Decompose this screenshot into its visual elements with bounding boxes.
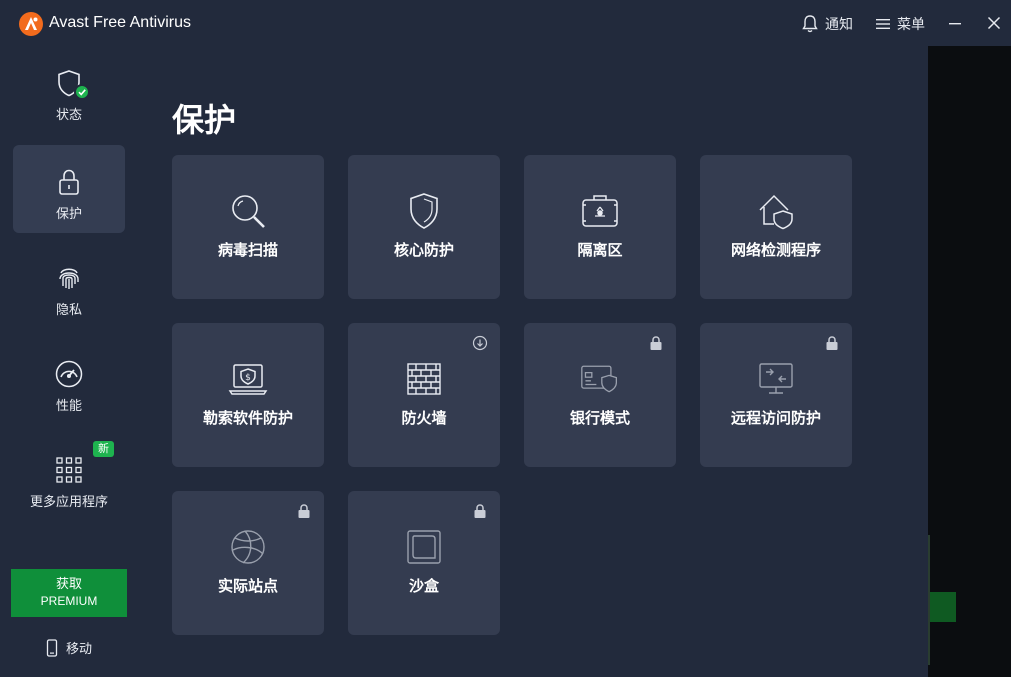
sidebar-item-privacy[interactable]: 隐私 — [13, 241, 125, 329]
premium-line1: 获取 — [55, 577, 82, 592]
avast-logo-icon — [19, 12, 43, 36]
card-network-inspector[interactable]: 网络检测程序 — [700, 155, 852, 299]
desktop-green-block — [930, 592, 956, 622]
card-label: 病毒扫描 — [217, 241, 278, 259]
card-ransomware-shield[interactable]: $ 勒索软件防护 — [172, 323, 324, 467]
sidebar-item-label: 状态 — [55, 108, 82, 123]
hamburger-icon — [876, 19, 890, 29]
page-title: 保护 — [172, 101, 237, 139]
bank-card-shield-icon — [580, 359, 620, 399]
minimize-button[interactable] — [942, 10, 968, 36]
quarantine-box-icon — [580, 191, 620, 231]
menu-button[interactable]: 菜单 — [875, 14, 925, 34]
app-title: Avast Free Antivirus — [49, 14, 191, 31]
minimize-icon — [949, 23, 961, 25]
svg-text:$: $ — [245, 373, 251, 383]
globe-icon — [228, 527, 268, 567]
close-button[interactable] — [981, 10, 1007, 36]
lock-icon — [296, 503, 312, 519]
sidebar-item-performance[interactable]: 性能 — [13, 337, 125, 425]
shield-check-icon — [54, 68, 90, 100]
card-label: 沙盒 — [408, 577, 439, 595]
remote-monitor-icon — [756, 359, 796, 399]
premium-line2: PREMIUM — [40, 594, 98, 608]
close-icon — [987, 16, 1001, 30]
bell-icon — [802, 15, 818, 33]
lock-icon — [472, 503, 488, 519]
sidebar-item-label: 保护 — [55, 207, 82, 222]
card-core-shields[interactable]: 核心防护 — [348, 155, 500, 299]
menu-label: 菜单 — [897, 17, 925, 33]
lock-icon — [54, 167, 84, 197]
card-sandbox[interactable]: 沙盒 — [348, 491, 500, 635]
card-firewall[interactable]: 防火墙 — [348, 323, 500, 467]
sidebar-item-label: 性能 — [55, 399, 82, 414]
shield-icon — [404, 191, 444, 231]
card-real-site[interactable]: 实际站点 — [172, 491, 324, 635]
apps-grid-icon — [54, 455, 84, 485]
sidebar-item-protection[interactable]: 保护 — [13, 145, 125, 233]
card-label: 实际站点 — [217, 577, 278, 595]
lock-icon — [824, 335, 840, 351]
card-label: 核心防护 — [393, 241, 454, 259]
get-premium-button[interactable]: 获取 PREMIUM — [11, 569, 127, 617]
mobile-link[interactable]: 移动 — [46, 638, 92, 657]
card-quarantine[interactable]: 隔离区 — [524, 155, 676, 299]
card-virus-scan[interactable]: 病毒扫描 — [172, 155, 324, 299]
notifications-button[interactable]: 通知 — [801, 14, 853, 34]
titlebar: Avast Free Antivirus 通知 菜单 — [0, 0, 1011, 46]
fingerprint-icon — [54, 263, 84, 293]
card-label: 银行模式 — [569, 409, 630, 427]
card-label: 远程访问防护 — [730, 409, 821, 427]
mobile-label: 移动 — [66, 642, 93, 657]
brick-wall-icon — [404, 359, 444, 399]
card-label: 防火墙 — [401, 409, 447, 427]
check-badge-icon — [74, 84, 90, 100]
mobile-phone-icon — [46, 638, 58, 657]
new-badge: 新 — [93, 441, 114, 457]
sidebar-item-label: 隐私 — [55, 303, 82, 318]
card-bank-mode[interactable]: 银行模式 — [524, 323, 676, 467]
download-icon — [472, 335, 488, 351]
card-label: 隔离区 — [577, 241, 623, 259]
ransomware-laptop-icon: $ — [228, 359, 268, 399]
lock-icon — [648, 335, 664, 351]
magnifier-icon — [228, 191, 268, 231]
card-label: 勒索软件防护 — [202, 409, 293, 427]
card-remote-access-shield[interactable]: 远程访问防护 — [700, 323, 852, 467]
speedometer-icon — [54, 359, 84, 389]
card-label: 网络检测程序 — [730, 241, 821, 259]
sidebar-item-label: 更多应用程序 — [29, 495, 108, 510]
notifications-label: 通知 — [825, 17, 853, 33]
background-desktop — [928, 0, 1011, 677]
sandbox-icon — [404, 527, 444, 567]
home-shield-icon — [756, 191, 796, 231]
sidebar-item-status[interactable]: 状态 — [13, 46, 125, 134]
